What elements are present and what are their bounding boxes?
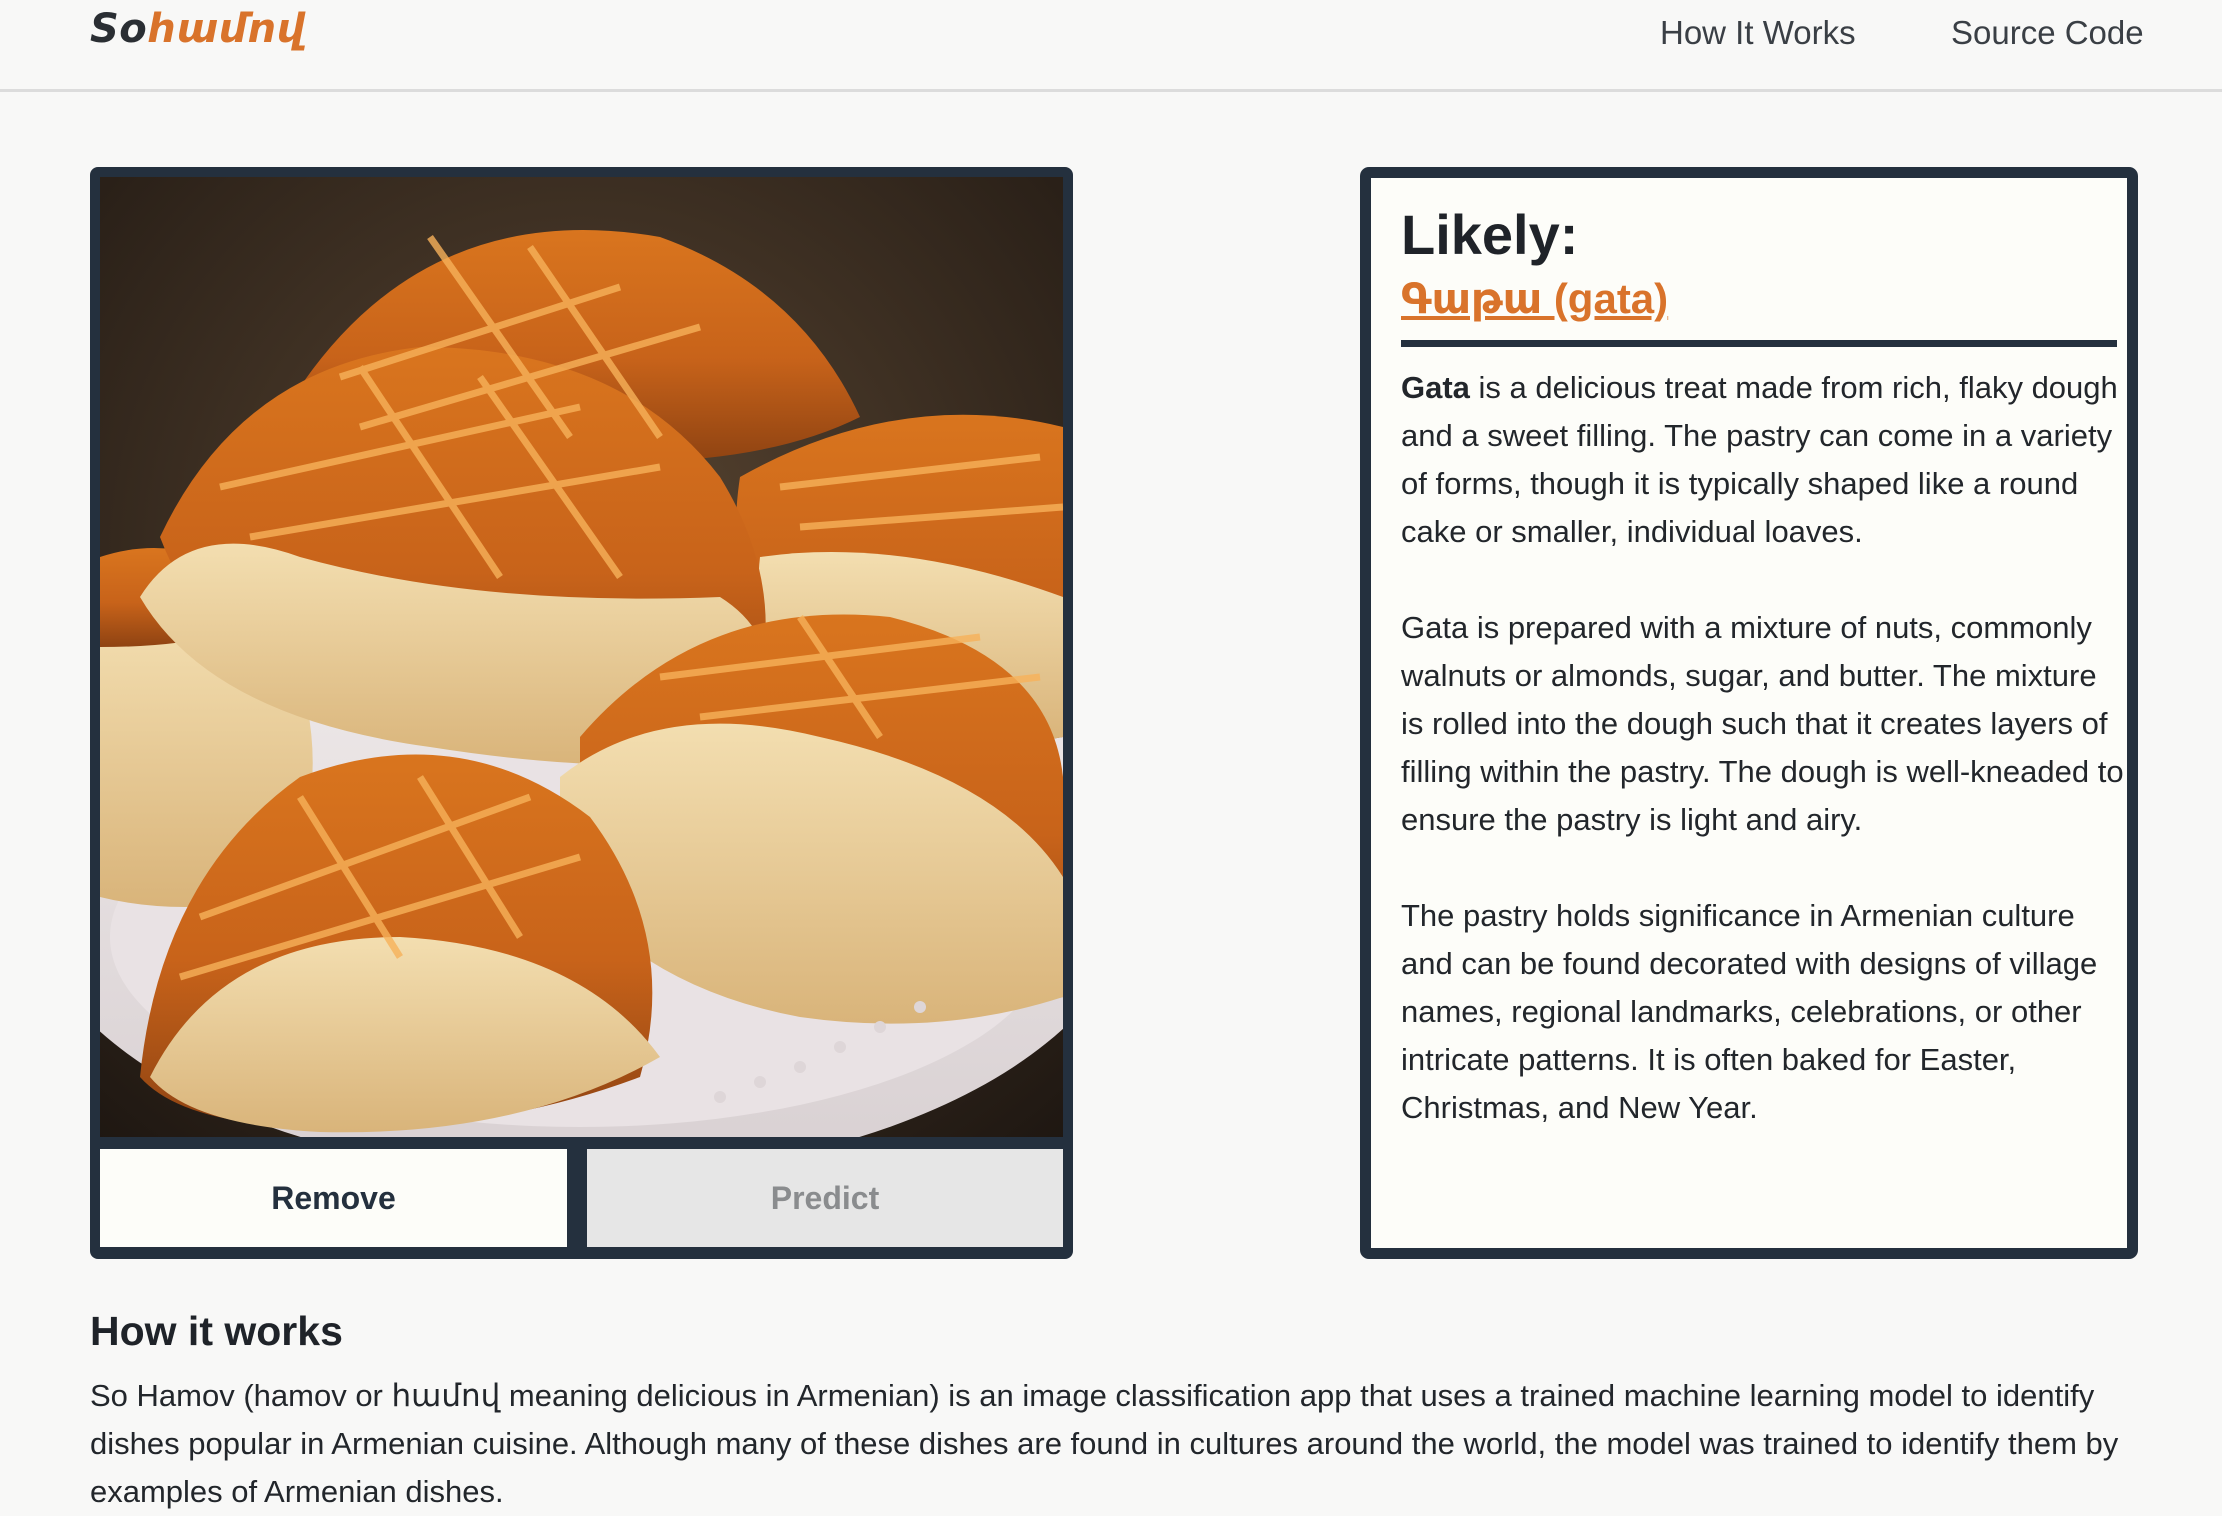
predict-button[interactable]: Predict [587,1149,1063,1247]
how-it-works-text: So Hamov (hamov or համով meaning delicio… [90,1378,2119,1509]
description-paragraph-1: Gata is a delicious treat made from rich… [1401,364,2125,556]
app-logo[interactable]: Soհամով [90,6,306,52]
prediction-result-card: Likely: Գաթա (gata) Gata is a delicious … [1360,167,2138,1259]
description-paragraph-1-text: is a delicious treat made from rich, fla… [1401,370,2118,549]
remove-button[interactable]: Remove [100,1149,567,1247]
divider [1401,340,2117,347]
nav-source-code-link[interactable]: Source Code [1951,14,2144,52]
top-nav-bar: Soհամով How It Works Source Code [0,0,2222,92]
prediction-link[interactable]: Գաթա (gata) [1401,274,1668,323]
uploaded-food-photo [100,177,1063,1137]
description-paragraph-3: The pastry holds significance in Armenia… [1401,898,2098,1125]
description-paragraph-2: Gata is prepared with a mixture of nuts,… [1401,610,2124,837]
dish-description: Gata is a delicious treat made from rich… [1401,364,2125,1180]
logo-latin-part: So [90,6,148,52]
dish-name-bold: Gata [1401,370,1470,405]
upload-image-card: Remove Predict [90,167,1073,1259]
logo-armenian-part: համով [147,6,306,52]
how-it-works-heading: How it works [90,1308,343,1354]
nav-how-it-works-link[interactable]: How It Works [1660,14,1856,52]
likely-heading: Likely: [1401,203,1579,266]
